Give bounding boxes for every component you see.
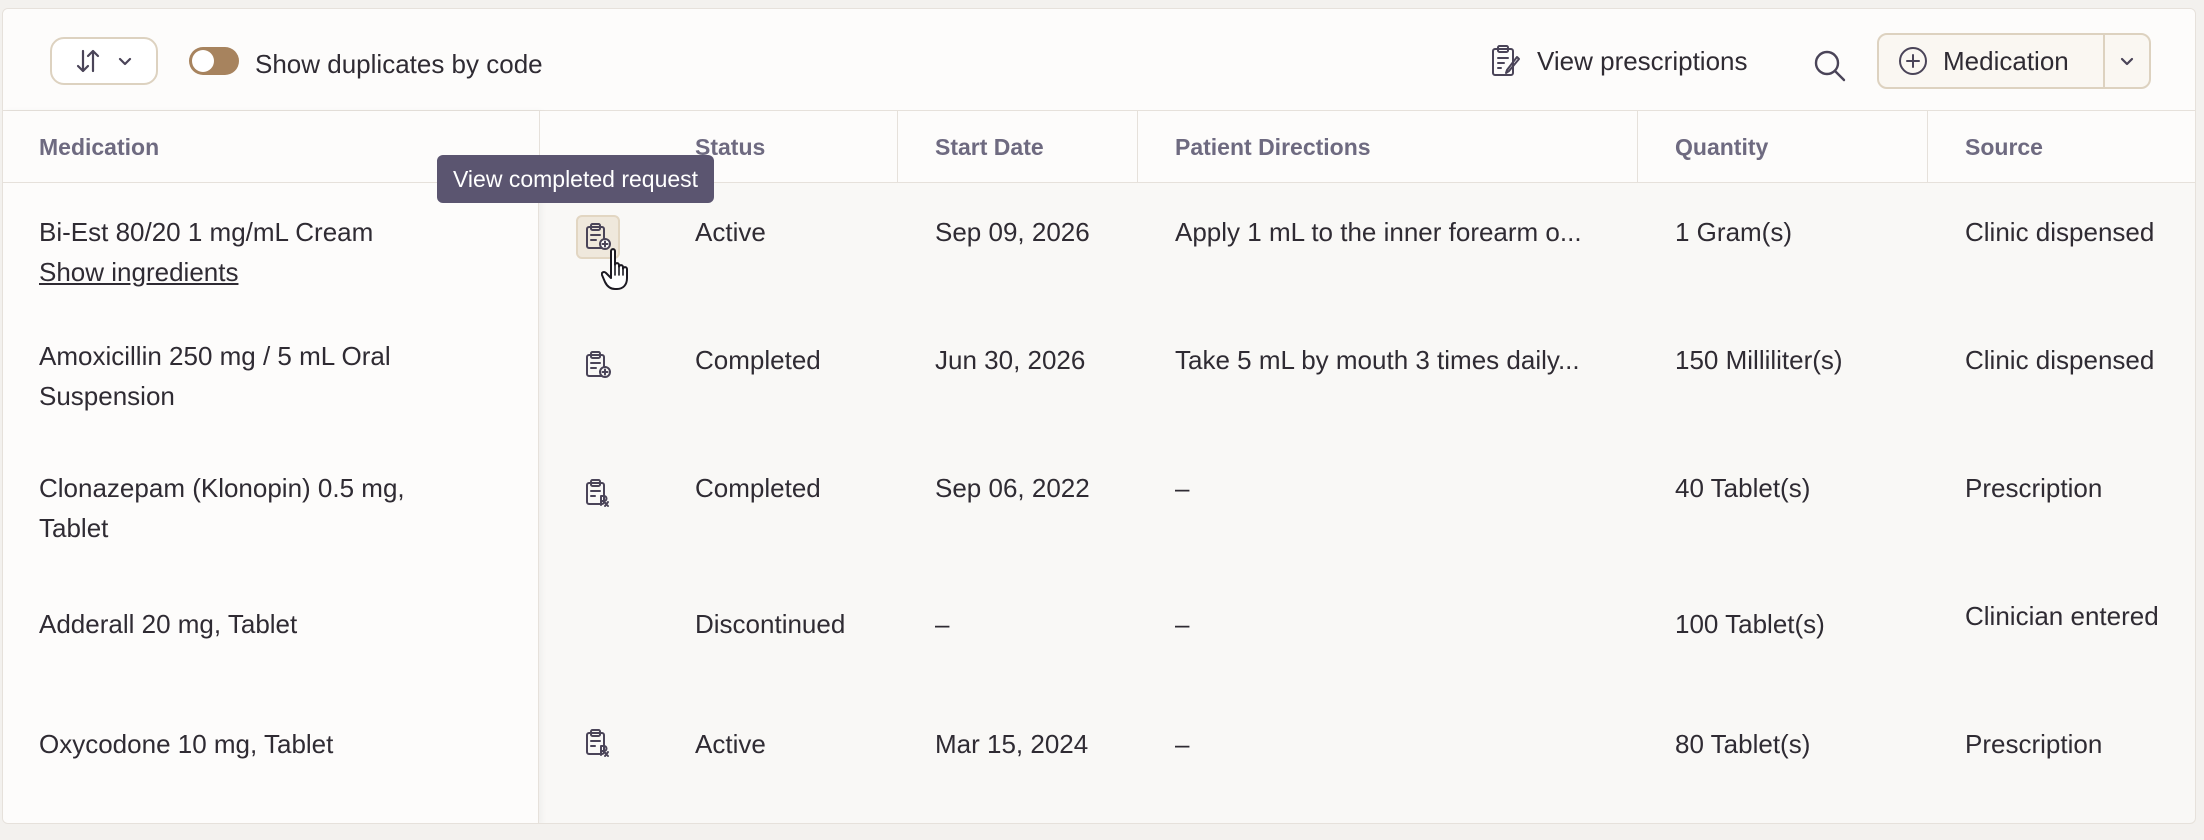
column-divider [1927, 111, 1928, 183]
medication-name: Oxycodone 10 mg, Tablet [39, 729, 334, 759]
toggle-knob [192, 50, 214, 72]
source: Clinician entered [1965, 601, 2159, 631]
start-date: Sep 09, 2026 [935, 217, 1090, 247]
view-prescriptions-label: View prescriptions [1537, 45, 1748, 76]
tooltip: View completed request [437, 155, 715, 203]
patient-directions: Take 5 mL by mouth 3 times daily... [1175, 345, 1580, 375]
medication-name: Amoxicillin 250 mg / 5 mL Oral [39, 341, 391, 371]
add-medication-group: Medication [1877, 33, 2151, 89]
chevron-down-icon [118, 57, 132, 66]
medication-name-line2: Suspension [39, 381, 175, 411]
view-request-button[interactable] [576, 721, 620, 765]
column-divider [1637, 111, 1638, 183]
start-date: Mar 15, 2024 [935, 729, 1089, 759]
clipboard-rx-icon [586, 729, 609, 757]
chevron-down-icon [2120, 57, 2134, 66]
hand-cursor-icon [601, 248, 628, 290]
status: Active [695, 217, 766, 247]
column-divider [897, 111, 898, 183]
add-medication-menu-button[interactable] [2103, 35, 2149, 87]
medication-name: Adderall 20 mg, Tablet [39, 609, 298, 639]
sort-button[interactable] [50, 37, 158, 85]
add-medication-button[interactable]: Medication [1879, 35, 2103, 87]
view-prescriptions-button[interactable]: View prescriptions [1489, 41, 1748, 81]
view-request-button[interactable] [576, 343, 620, 387]
source: Clinic dispensed [1965, 217, 2155, 247]
patient-directions: Apply 1 mL to the inner forearm o... [1175, 217, 1582, 247]
toggle-label: Show duplicates by code [255, 49, 543, 79]
patient-directions: – [1175, 473, 1190, 503]
quantity: 80 Tablet(s) [1675, 729, 1811, 759]
quantity: 40 Tablet(s) [1675, 473, 1811, 503]
add-medication-label: Medication [1943, 45, 2069, 76]
status: Active [695, 729, 766, 759]
medications-panel: Show duplicates by code View prescriptio… [2, 8, 2196, 824]
clipboard-plus-icon [586, 351, 611, 378]
patient-directions: – [1175, 609, 1190, 639]
medication-name-line2: Tablet [39, 513, 109, 543]
medication-name: Bi-Est 80/20 1 mg/mL Cream [39, 217, 374, 247]
quantity: 150 Milliliter(s) [1675, 345, 1843, 375]
column-header-medication[interactable]: Medication [39, 111, 159, 183]
medication-name: Clonazepam (Klonopin) 0.5 mg, [39, 473, 405, 503]
column-divider [1137, 111, 1138, 183]
clipboard-rx-icon [586, 479, 609, 507]
source: Prescription [1965, 729, 2103, 759]
source: Clinic dispensed [1965, 345, 2155, 375]
column-header-patient-directions[interactable]: Patient Directions [1175, 111, 1371, 183]
start-date: – [935, 609, 950, 639]
status: Discontinued [695, 609, 846, 639]
column-header-source[interactable]: Source [1965, 111, 2043, 183]
search-button[interactable] [1811, 47, 1849, 85]
status: Completed [695, 345, 821, 375]
duplicates-toggle[interactable] [189, 47, 239, 75]
status: Completed [695, 473, 821, 503]
sort-arrows-icon [76, 49, 100, 73]
search-icon [1814, 50, 1846, 82]
plus-circle-icon [1899, 47, 1927, 75]
start-date: Jun 30, 2026 [935, 345, 1086, 375]
toolbar: Show duplicates by code View prescriptio… [3, 9, 2195, 111]
show-ingredients-link[interactable]: Show ingredients [39, 252, 238, 292]
column-header-start-date[interactable]: Start Date [935, 111, 1044, 183]
start-date: Sep 06, 2022 [935, 473, 1090, 503]
column-header-quantity[interactable]: Quantity [1675, 111, 1768, 183]
quantity: 100 Tablet(s) [1675, 609, 1825, 639]
patient-directions: – [1175, 729, 1190, 759]
view-request-button[interactable] [576, 471, 620, 515]
clipboard-edit-icon [1492, 45, 1520, 76]
quantity: 1 Gram(s) [1675, 217, 1792, 247]
source: Prescription [1965, 473, 2103, 503]
table-header: Medication Status Start Date Patient Dir… [3, 111, 2195, 183]
